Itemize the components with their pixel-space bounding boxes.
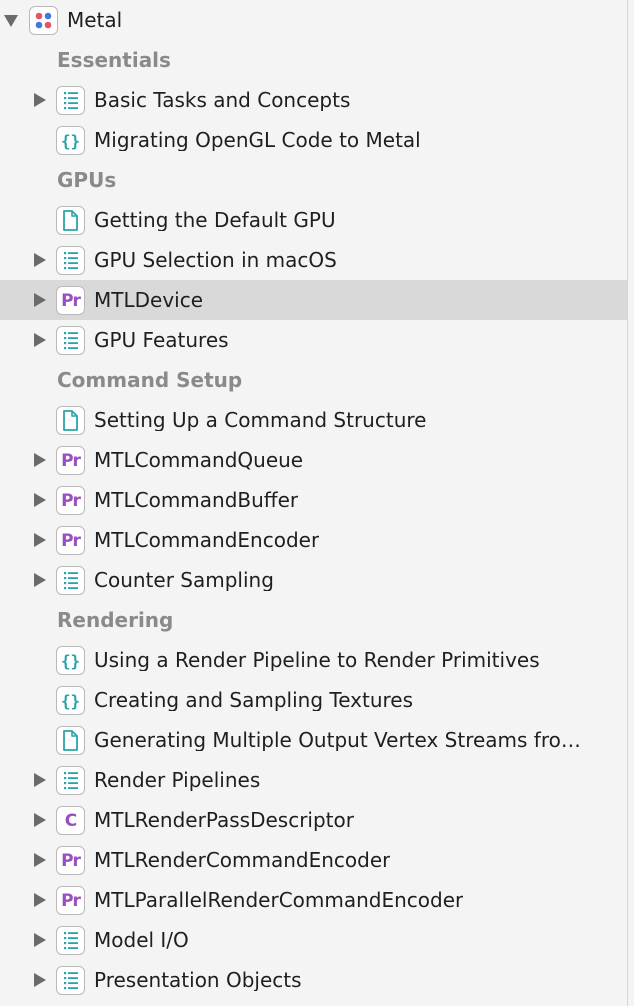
protocol-icon: Pr [56, 886, 85, 915]
disclosure-collapsed-icon[interactable] [33, 292, 47, 308]
svg-text:{}: {} [61, 132, 80, 151]
tree-item-label: Creating and Sampling Textures [94, 689, 414, 711]
disclosure-collapsed-icon[interactable] [33, 852, 47, 868]
protocol-icon: Pr [56, 486, 85, 515]
tree-item[interactable]: Setting Up a Command Structure [0, 400, 627, 440]
section-title: Essentials [57, 48, 171, 72]
disclosure-collapsed-icon[interactable] [33, 92, 47, 108]
tree-item[interactable]: Pr MTLDevice [0, 280, 627, 320]
disclosure-collapsed-icon[interactable] [33, 252, 47, 268]
tree-item[interactable]: Pr MTLRenderCommandEncoder [0, 840, 627, 880]
tree-item[interactable]: Pr MTLCommandBuffer [0, 480, 627, 520]
list-icon [56, 926, 85, 955]
sample-code-icon: {} [56, 686, 85, 715]
protocol-icon: Pr [56, 846, 85, 875]
tree-item[interactable]: Basic Tasks and Concepts [0, 80, 627, 120]
tree-item[interactable]: Render Pipelines [0, 760, 627, 800]
tree-item[interactable]: Pr MTLParallelRenderCommandEncoder [0, 880, 627, 920]
article-icon [56, 206, 85, 235]
sample-code-icon: {} [56, 126, 85, 155]
tree-item[interactable]: Getting the Default GPU [0, 200, 627, 240]
disclosure-collapsed-icon[interactable] [33, 492, 47, 508]
disclosure-collapsed-icon[interactable] [33, 892, 47, 908]
disclosure-collapsed-icon[interactable] [33, 932, 47, 948]
disclosure-collapsed-icon[interactable] [33, 812, 47, 828]
tree-item-label: MTLRenderCommandEncoder [94, 849, 391, 871]
protocol-icon: Pr [56, 286, 85, 315]
list-icon [56, 566, 85, 595]
documentation-navigator: Metal Essentials Basic Tasks and Concepts {… [0, 0, 628, 1006]
tree-item[interactable]: Generating Multiple Output Vertex Stream… [0, 720, 627, 760]
section-title: GPUs [57, 168, 117, 192]
icon-letter: Pr [61, 290, 81, 311]
disclosure-collapsed-icon[interactable] [33, 532, 47, 548]
disclosure-collapsed-icon[interactable] [33, 772, 47, 788]
tree-item-label: MTLCommandBuffer [94, 489, 299, 511]
tree-item-label: Migrating OpenGL Code to Metal [94, 129, 421, 151]
tree-item-label: MTLParallelRenderCommandEncoder [94, 889, 464, 911]
section-title: Rendering [57, 608, 174, 632]
tree-item[interactable]: {} Migrating OpenGL Code to Metal [0, 120, 627, 160]
tree-item[interactable]: C MTLRenderPassDescriptor [0, 800, 627, 840]
disclosure-collapsed-icon[interactable] [33, 972, 47, 988]
tree-item[interactable]: GPU Features [0, 320, 627, 360]
section-header: Rendering [0, 600, 627, 640]
tree-item-label: GPU Features [94, 329, 229, 351]
icon-letter: Pr [61, 850, 81, 871]
list-icon [56, 246, 85, 275]
section-header: Command Setup [0, 360, 627, 400]
tree-item-label: Counter Sampling [94, 569, 274, 591]
sample-code-icon: {} [56, 646, 85, 675]
tree-root-metal[interactable]: Metal [0, 0, 627, 40]
tree-item-label: MTLCommandQueue [94, 449, 304, 471]
tree-item-label: Using a Render Pipeline to Render Primit… [94, 649, 540, 671]
protocol-icon: Pr [56, 526, 85, 555]
tree-item[interactable]: {} Creating and Sampling Textures [0, 680, 627, 720]
tree-item[interactable]: GPU Selection in macOS [0, 240, 627, 280]
list-icon [56, 86, 85, 115]
class-icon: C [56, 806, 85, 835]
section-header: GPUs [0, 160, 627, 200]
tree-item-label: MTLDevice [94, 289, 204, 311]
tree-item[interactable]: Model I/O [0, 920, 627, 960]
tree-item[interactable]: Counter Sampling [0, 560, 627, 600]
tree-item-label: MTLRenderPassDescriptor [94, 809, 354, 831]
svg-text:{}: {} [61, 692, 80, 711]
disclosure-expanded-icon[interactable] [4, 12, 18, 28]
tree-item-label: Setting Up a Command Structure [94, 409, 427, 431]
tree-item-label: Presentation Objects [94, 969, 302, 991]
icon-letter: Pr [61, 450, 81, 471]
tree-item-label: Render Pipelines [94, 769, 261, 791]
tree-item[interactable]: {} Using a Render Pipeline to Render Prim… [0, 640, 627, 680]
list-icon [56, 766, 85, 795]
svg-text:{}: {} [61, 652, 80, 671]
protocol-icon: Pr [56, 446, 85, 475]
icon-letter: Pr [61, 490, 81, 511]
disclosure-collapsed-icon[interactable] [33, 452, 47, 468]
tree-item-label: Model I/O [94, 929, 189, 951]
article-icon [56, 726, 85, 755]
article-icon [56, 406, 85, 435]
framework-icon [29, 6, 58, 35]
list-icon [56, 326, 85, 355]
tree-item-label: Generating Multiple Output Vertex Stream… [94, 729, 581, 751]
disclosure-collapsed-icon[interactable] [33, 332, 47, 348]
icon-letter: C [64, 810, 77, 831]
tree-item-label: Basic Tasks and Concepts [94, 89, 351, 111]
disclosure-collapsed-icon[interactable] [33, 572, 47, 588]
tree-root-label: Metal [67, 9, 123, 31]
tree-item[interactable]: Pr MTLCommandEncoder [0, 520, 627, 560]
tree-item[interactable]: Pr MTLCommandQueue [0, 440, 627, 480]
tree-item-label: Getting the Default GPU [94, 209, 336, 231]
icon-letter: Pr [61, 530, 81, 551]
tree-item-label: GPU Selection in macOS [94, 249, 337, 271]
list-icon [56, 966, 85, 995]
icon-letter: Pr [61, 890, 81, 911]
tree-item[interactable]: Presentation Objects [0, 960, 627, 1000]
section-header: Essentials [0, 40, 627, 80]
tree-item-label: MTLCommandEncoder [94, 529, 320, 551]
section-title: Command Setup [57, 368, 243, 392]
